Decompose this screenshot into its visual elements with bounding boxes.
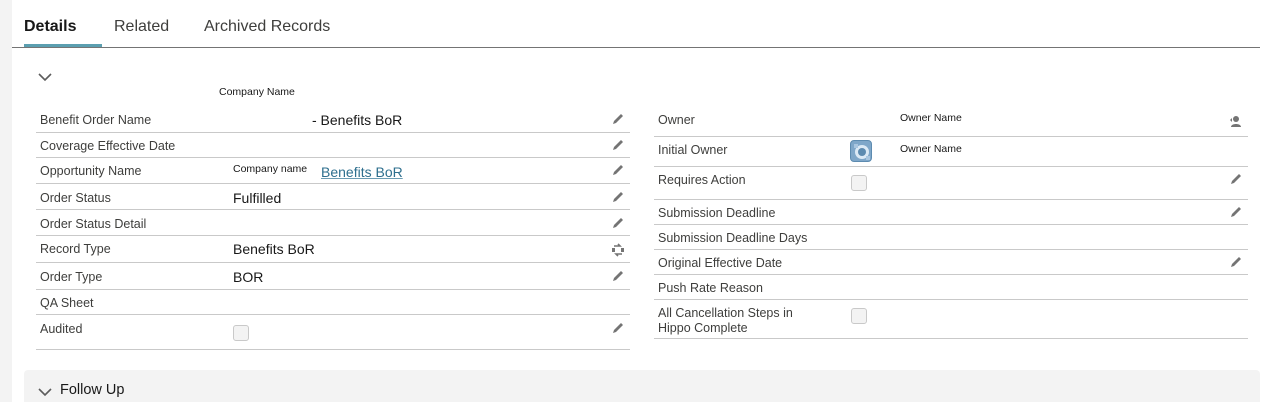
benefit-order-name-value: - Benefits BoR xyxy=(312,112,403,128)
audited-checkbox xyxy=(233,325,249,341)
field-divider xyxy=(36,209,630,210)
field-divider xyxy=(36,349,630,350)
record-type-value: Benefits BoR xyxy=(233,241,315,257)
all-cancellation-steps-checkbox xyxy=(851,308,867,324)
all-cancellation-steps-label-line2: Hippo Complete xyxy=(658,321,748,335)
follow-up-section-header[interactable]: Follow Up xyxy=(24,370,1260,402)
requires-action-checkbox xyxy=(851,175,867,191)
benefit-order-name-label: Benefit Order Name xyxy=(40,113,152,127)
order-type-label: Order Type xyxy=(40,270,103,284)
order-status-detail-label: Order Status Detail xyxy=(40,217,147,231)
field-divider xyxy=(654,299,1248,300)
change-record-type-icon[interactable] xyxy=(611,243,625,257)
pencil-icon[interactable] xyxy=(611,216,625,230)
opportunity-link[interactable]: Benefits BoR xyxy=(321,164,403,180)
initial-owner-label: Initial Owner xyxy=(658,143,728,157)
field-divider xyxy=(36,314,630,315)
pencil-icon[interactable] xyxy=(611,163,625,177)
field-divider xyxy=(36,262,630,263)
submission-deadline-days-label: Submission Deadline Days xyxy=(658,231,808,245)
submission-deadline-label: Submission Deadline xyxy=(658,206,776,220)
field-divider xyxy=(36,235,630,236)
push-rate-reason-label: Push Rate Reason xyxy=(658,281,763,295)
field-divider xyxy=(36,132,630,133)
field-divider xyxy=(36,157,630,158)
field-divider xyxy=(654,338,1248,339)
field-divider xyxy=(654,166,1248,167)
tab-archived-records[interactable]: Archived Records xyxy=(204,18,330,36)
all-cancellation-steps-label-line1: All Cancellation Steps in xyxy=(658,306,793,320)
pencil-icon[interactable] xyxy=(611,138,625,152)
owner-value[interactable]: Owner Name xyxy=(900,112,962,124)
field-divider xyxy=(654,136,1248,137)
field-divider xyxy=(654,249,1248,250)
field-divider xyxy=(654,224,1248,225)
pencil-icon[interactable] xyxy=(1229,172,1243,186)
requires-action-label: Requires Action xyxy=(658,173,746,187)
pencil-icon[interactable] xyxy=(611,269,625,283)
pencil-icon[interactable] xyxy=(611,321,625,335)
company-name-caption: Company Name xyxy=(219,86,295,98)
field-divider xyxy=(36,289,630,290)
coverage-effective-date-label: Coverage Effective Date xyxy=(40,139,176,153)
field-divider xyxy=(654,199,1248,200)
active-tab-indicator xyxy=(24,44,102,47)
initial-owner-value[interactable]: Owner Name xyxy=(900,143,962,155)
pencil-icon[interactable] xyxy=(1229,255,1243,269)
field-divider xyxy=(36,183,630,184)
original-effective-date-label: Original Effective Date xyxy=(658,256,783,270)
record-detail-card xyxy=(12,0,1272,402)
opportunity-company-prefix: Company name xyxy=(233,163,308,175)
tab-related[interactable]: Related xyxy=(114,18,169,36)
tab-details[interactable]: Details xyxy=(24,18,76,36)
chevron-down-icon[interactable] xyxy=(38,387,52,397)
opportunity-name-label: Opportunity Name xyxy=(40,164,142,178)
qa-sheet-label: QA Sheet xyxy=(40,296,94,310)
pencil-icon[interactable] xyxy=(611,190,625,204)
chevron-down-icon[interactable] xyxy=(38,72,52,82)
owner-label: Owner xyxy=(658,113,695,127)
field-divider xyxy=(654,274,1248,275)
pencil-icon[interactable] xyxy=(1229,205,1243,219)
record-type-label: Record Type xyxy=(40,242,111,256)
order-status-value: Fulfilled xyxy=(233,190,282,206)
tab-bar: Details Related Archived Records xyxy=(12,0,1260,48)
change-owner-icon[interactable] xyxy=(1229,114,1243,128)
audited-label: Audited xyxy=(40,322,83,336)
pencil-icon[interactable] xyxy=(611,112,625,126)
order-status-label: Order Status xyxy=(40,191,111,205)
order-type-value: BOR xyxy=(233,269,264,285)
follow-up-label: Follow Up xyxy=(60,382,125,398)
avatar xyxy=(850,140,872,162)
